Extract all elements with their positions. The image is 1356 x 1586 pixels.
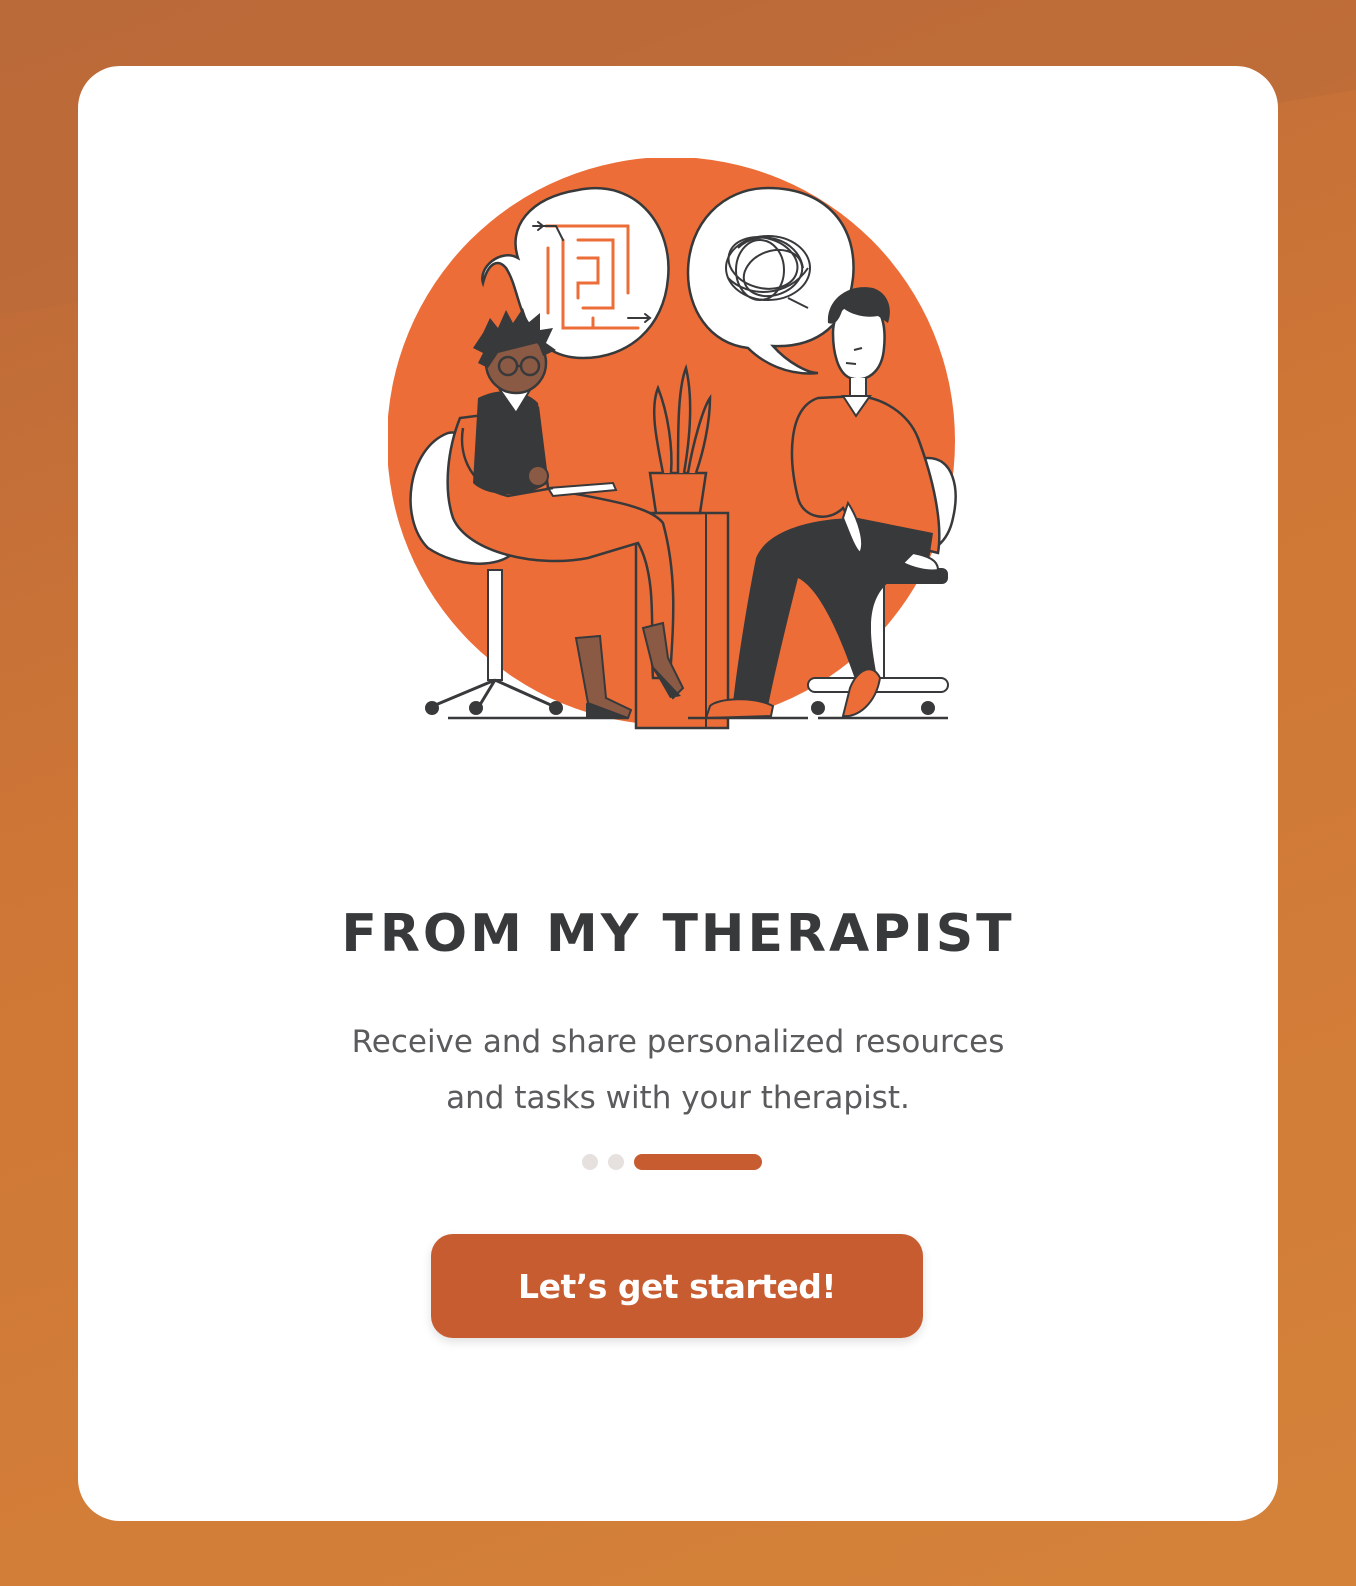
pagination-indicator xyxy=(582,1154,762,1170)
pagination-dot-2[interactable] xyxy=(608,1154,624,1170)
pagination-dot-1[interactable] xyxy=(582,1154,598,1170)
screen-title: FROM MY THERAPIST xyxy=(341,904,1015,964)
get-started-button[interactable]: Let’s get started! xyxy=(431,1234,923,1338)
pagination-dot-3-active[interactable] xyxy=(634,1154,762,1170)
therapy-session-illustration xyxy=(388,158,968,758)
onboarding-card: FROM MY THERAPIST Receive and share pers… xyxy=(78,66,1278,1521)
screen-description: Receive and share personalized resources… xyxy=(351,1024,1005,1116)
